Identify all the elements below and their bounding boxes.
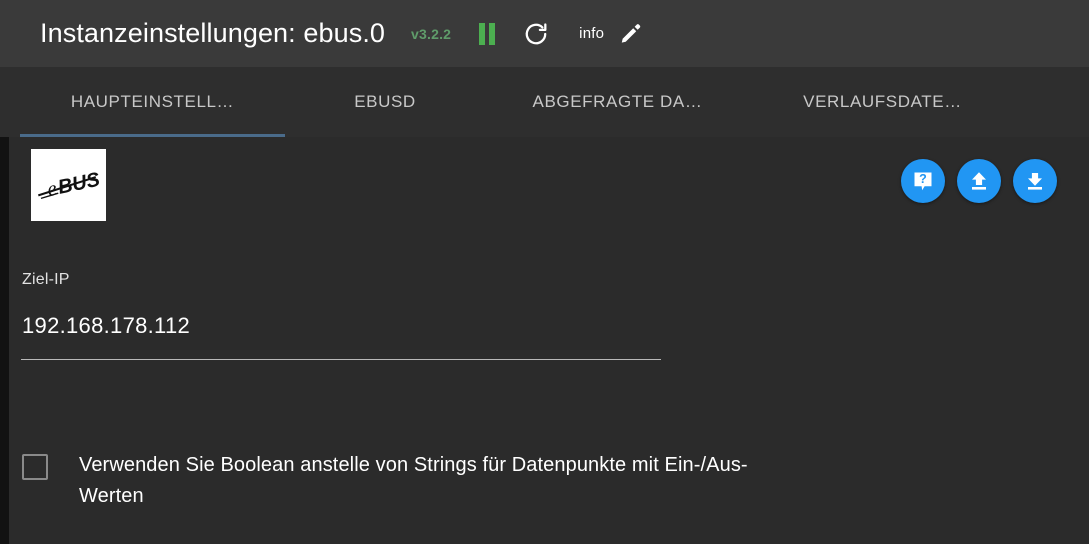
version-label: v3.2.2 <box>411 25 452 42</box>
tab-haupteinstellungen[interactable]: HAUPTEINSTELL… <box>20 67 285 137</box>
tab-bar: HAUPTEINSTELL… EBUSD ABGEFRAGTE DA… VERL… <box>0 67 1089 137</box>
pencil-icon[interactable] <box>618 21 643 46</box>
page-title: Instanzeinstellungen: ebus.0 <box>40 18 386 48</box>
ebus-logo: e BUS <box>31 149 106 221</box>
boolean-option-label: Verwenden Sie Boolean anstelle von Strin… <box>79 454 748 507</box>
target-ip-input[interactable] <box>22 313 642 339</box>
target-ip-underline <box>21 359 661 360</box>
action-button-group: ? <box>901 159 1057 203</box>
download-button[interactable] <box>1013 159 1057 203</box>
refresh-icon[interactable] <box>523 21 549 47</box>
page-header: Instanzeinstellungen: ebus.0 v3.2.2 info <box>0 0 1089 67</box>
boolean-option-row[interactable]: Verwenden Sie Boolean anstelle von Strin… <box>22 450 902 512</box>
upload-button[interactable] <box>957 159 1001 203</box>
tab-ebusd[interactable]: EBUSD <box>285 67 485 137</box>
tab-abgefragte-daten[interactable]: ABGEFRAGTE DA… <box>485 67 750 137</box>
left-rail <box>0 68 9 544</box>
tab-label: ABGEFRAGTE DA… <box>532 92 703 111</box>
boolean-option-checkbox[interactable] <box>22 454 48 480</box>
help-button[interactable]: ? <box>901 159 945 203</box>
tab-label: VERLAUFSDATE… <box>803 92 962 111</box>
settings-content: e BUS ? Ziel-IP 192.168.178.112 Verwende… <box>9 137 1089 544</box>
tab-label: EBUSD <box>354 92 416 111</box>
target-ip-label: Ziel-IP <box>22 271 70 288</box>
svg-text:?: ? <box>919 172 927 186</box>
tab-verlaufsdaten[interactable]: VERLAUFSDATE… <box>750 67 1015 137</box>
instance-settings-page: Instanzeinstellungen: ebus.0 v3.2.2 info <box>0 0 1089 544</box>
pause-icon[interactable] <box>477 22 497 45</box>
tab-label: HAUPTEINSTELL… <box>70 92 235 111</box>
info-label[interactable]: info <box>579 25 604 42</box>
